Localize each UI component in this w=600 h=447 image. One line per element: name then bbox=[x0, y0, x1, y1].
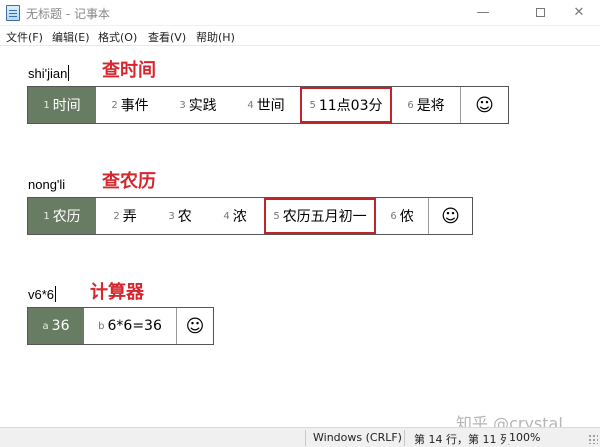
status-encoding: Windows (CRLF) bbox=[313, 431, 402, 444]
candidate-index: 4 bbox=[247, 99, 254, 111]
menu-bar: 文件(F) 编辑(E) 格式(O) 查看(V) 帮助(H) bbox=[0, 26, 600, 46]
candidate-item-highlighted[interactable]: 5 农历五月初一 bbox=[264, 198, 376, 234]
typed-pinyin-text: nong'li bbox=[28, 177, 66, 192]
candidate-item[interactable]: a 36 bbox=[28, 308, 84, 344]
candidate-item[interactable]: 1 农历 bbox=[28, 198, 96, 234]
typed-pinyin-text: shi'jian bbox=[28, 66, 68, 81]
close-button[interactable]: ✕ bbox=[556, 0, 600, 26]
minimize-button[interactable]: — bbox=[460, 0, 506, 26]
text-caret bbox=[68, 65, 70, 81]
candidate-index: b bbox=[98, 320, 105, 332]
candidate-item[interactable]: 4浓 bbox=[206, 198, 264, 234]
menu-help[interactable]: 帮助(H) bbox=[196, 29, 235, 45]
ime-candidate-bar: a 36 b 6*6=36 ☺ bbox=[27, 307, 214, 345]
notepad-icon bbox=[6, 5, 20, 21]
candidate-index: 2 bbox=[111, 99, 118, 111]
candidate-index: 6 bbox=[390, 210, 397, 222]
typed-pinyin-text: v6*6 bbox=[28, 287, 55, 302]
candidate-item[interactable]: 1 时间 bbox=[28, 87, 96, 123]
candidate-item[interactable]: b 6*6=36 bbox=[84, 308, 176, 344]
candidate-text: 浓 bbox=[232, 209, 247, 225]
candidate-item[interactable]: 6 是将 bbox=[392, 87, 460, 123]
maximize-icon bbox=[535, 8, 545, 17]
text-caret bbox=[55, 286, 57, 302]
candidate-index: 5 bbox=[273, 210, 280, 222]
candidate-index: 5 bbox=[309, 99, 316, 111]
ime-candidate-bar: 1 农历 2弄 3农 4浓 5 农历五月初一 6侬 ☺ bbox=[27, 197, 473, 235]
candidate-text: 农历五月初一 bbox=[282, 209, 367, 225]
candidate-text: 弄 bbox=[122, 209, 137, 225]
candidate-text: 是将 bbox=[416, 98, 445, 114]
candidate-index: 1 bbox=[43, 99, 50, 111]
candidate-index: 6 bbox=[407, 99, 414, 111]
candidate-index: 2 bbox=[113, 210, 120, 222]
candidate-text: 事件 bbox=[120, 98, 149, 114]
candidate-text: 11点03分 bbox=[318, 98, 383, 114]
candidate-text: 农历 bbox=[52, 209, 81, 225]
menu-file[interactable]: 文件(F) bbox=[6, 29, 43, 45]
emoji-button[interactable]: ☺ bbox=[460, 87, 508, 123]
emoji-button[interactable]: ☺ bbox=[176, 308, 213, 344]
status-divider bbox=[305, 430, 306, 446]
annotation-label: 查农历 bbox=[102, 171, 156, 192]
menu-view[interactable]: 查看(V) bbox=[148, 29, 186, 45]
resize-grip[interactable] bbox=[588, 434, 598, 444]
ime-candidate-bar: 1 时间 2 事件 3 实践 4 世间 5 11点03分 6 是将 ☺ bbox=[27, 86, 509, 124]
candidate-item-highlighted[interactable]: 5 11点03分 bbox=[300, 87, 392, 123]
candidate-item[interactable]: 6侬 bbox=[376, 198, 428, 234]
candidate-text: 世间 bbox=[256, 98, 285, 114]
candidate-text: 侬 bbox=[399, 209, 414, 225]
window-title: 无标题 - 记事本 bbox=[26, 7, 110, 21]
typed-pinyin[interactable]: shi'jian bbox=[28, 65, 70, 81]
candidate-text: 6*6=36 bbox=[107, 318, 162, 334]
candidate-index: 1 bbox=[43, 210, 50, 222]
typed-pinyin[interactable]: v6*6 bbox=[28, 286, 57, 302]
status-bar: Windows (CRLF) 第 14 行，第 11 列 100% bbox=[0, 427, 600, 447]
candidate-index: 3 bbox=[179, 99, 186, 111]
status-cursor-position: 第 14 行，第 11 列 bbox=[414, 433, 511, 446]
candidate-text: 36 bbox=[51, 318, 70, 334]
emoji-button[interactable]: ☺ bbox=[428, 198, 472, 234]
typed-pinyin[interactable]: nong'li bbox=[28, 177, 65, 192]
candidate-text: 时间 bbox=[52, 98, 81, 114]
title-bar: 无标题 - 记事本 — ✕ bbox=[0, 0, 600, 26]
annotation-label: 计算器 bbox=[90, 282, 144, 303]
annotation-label: 查时间 bbox=[102, 60, 156, 81]
candidate-index: 4 bbox=[223, 210, 230, 222]
candidate-item[interactable]: 3农 bbox=[154, 198, 206, 234]
candidate-item[interactable]: 2 事件 bbox=[96, 87, 164, 123]
candidate-item[interactable]: 2弄 bbox=[96, 198, 154, 234]
status-zoom: 100% bbox=[506, 431, 541, 444]
candidate-item[interactable]: 4 世间 bbox=[232, 87, 300, 123]
candidate-text: 农 bbox=[177, 209, 192, 225]
candidate-text: 实践 bbox=[188, 98, 217, 114]
candidate-index: a bbox=[42, 320, 49, 332]
candidate-item[interactable]: 3 实践 bbox=[164, 87, 232, 123]
menu-format[interactable]: 格式(O) bbox=[98, 29, 137, 45]
candidate-index: 3 bbox=[168, 210, 175, 222]
status-divider bbox=[404, 430, 405, 446]
menu-edit[interactable]: 编辑(E) bbox=[52, 29, 90, 45]
